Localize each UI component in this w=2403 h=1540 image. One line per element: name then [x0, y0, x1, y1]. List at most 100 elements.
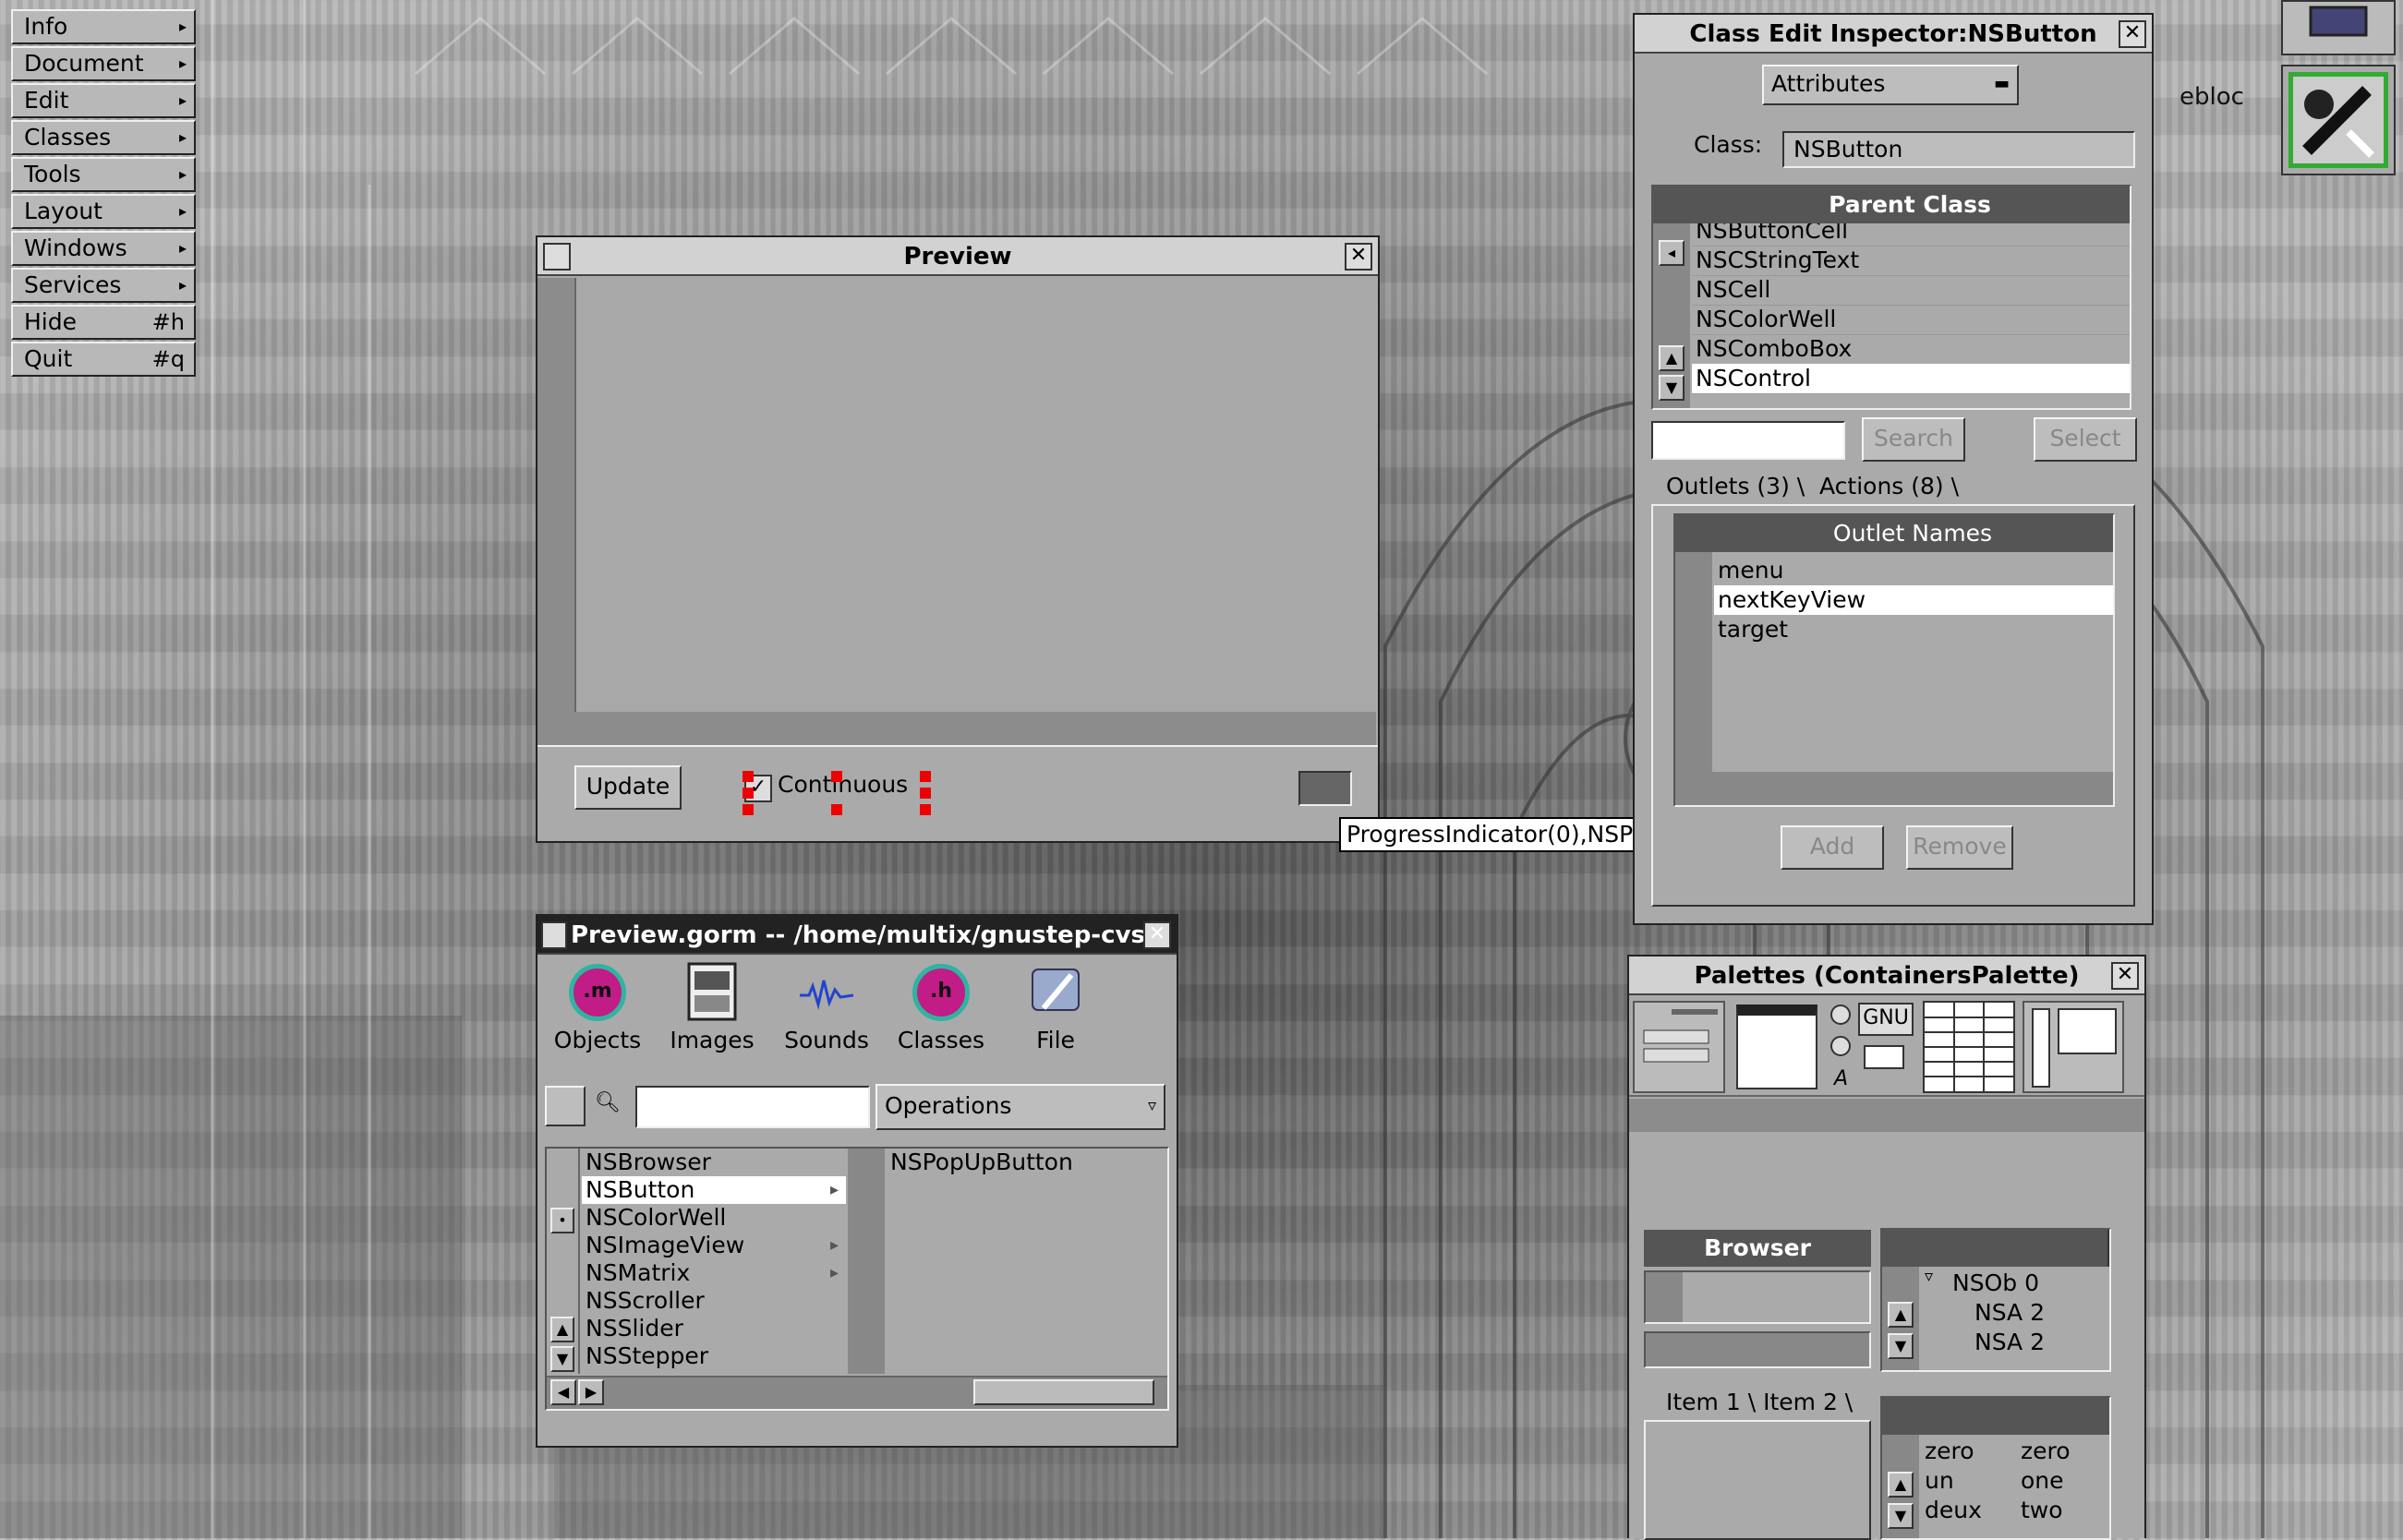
selection-handle[interactable]	[743, 771, 754, 782]
dock-icon-gorm[interactable]	[2281, 65, 2396, 175]
outlet-scrollbar[interactable]	[1675, 552, 1712, 805]
menu-item-tools[interactable]: Tools ▸	[11, 157, 196, 192]
parent-class-row[interactable]: NSCStringText	[1692, 246, 2130, 276]
objects-icon[interactable]: .m	[569, 964, 626, 1021]
class-row[interactable]: NSMatrix ▸	[582, 1259, 846, 1287]
tab-item-1[interactable]: Item 1	[1666, 1389, 1741, 1415]
class-row[interactable]: NSScroller	[582, 1287, 846, 1315]
palette-data-icon[interactable]	[1923, 1001, 2015, 1093]
scroll-down-arrow[interactable]: ▼	[1888, 1503, 1914, 1529]
parent-class-row[interactable]: NSColorWell	[1692, 305, 2130, 335]
outlet-row[interactable]: nextKeyView	[1714, 585, 2113, 615]
close-button[interactable]: ✕	[2119, 20, 2146, 48]
table-cell[interactable]: one	[2021, 1466, 2064, 1496]
palette-containers-icon[interactable]	[2023, 1001, 2124, 1093]
class-row[interactable]: NSImageView ▸	[582, 1232, 846, 1259]
palette-controls-icon[interactable]: GNU A	[1827, 1001, 1919, 1093]
images-icon[interactable]	[682, 962, 743, 1023]
menu-item-classes[interactable]: Classes ▸	[11, 120, 196, 155]
scroll-knob[interactable]: ◂	[1659, 240, 1685, 266]
update-button[interactable]: Update	[574, 765, 682, 810]
table-cell[interactable]: zero	[1925, 1437, 1974, 1466]
menu-item-document[interactable]: Document ▸	[11, 46, 196, 81]
palette-menus-icon[interactable]	[1633, 1001, 1725, 1093]
scroll-down-arrow[interactable]: ▼	[1888, 1333, 1914, 1359]
selection-handle[interactable]	[743, 788, 754, 799]
outlet-hscroll[interactable]	[1712, 772, 2113, 805]
parent-class-row[interactable]: NSControl	[1692, 364, 2130, 394]
menu-item-hide[interactable]: Hide #h	[11, 305, 196, 340]
selection-handle[interactable]	[743, 804, 754, 815]
scroll-up-arrow[interactable]: ▲	[1659, 345, 1685, 371]
browser-sample-scroller[interactable]	[1646, 1272, 1683, 1322]
toolbar-label-file[interactable]: File	[1005, 1027, 1106, 1053]
table-cell[interactable]: deux	[1925, 1496, 1982, 1525]
miniaturize-button[interactable]	[541, 921, 567, 949]
scroll-knob[interactable]: •	[550, 1208, 574, 1233]
table-cell[interactable]: two	[2021, 1496, 2063, 1525]
outline-row[interactable]: NSOb 0	[1952, 1269, 2039, 1298]
selection-handle[interactable]	[831, 771, 842, 782]
class-row[interactable]: NSButton ▸	[582, 1176, 846, 1204]
view-mode-icon[interactable]	[545, 1086, 586, 1126]
toolbar-label-images[interactable]: Images	[661, 1027, 763, 1053]
miniaturize-button[interactable]	[543, 243, 571, 271]
menu-item-windows[interactable]: Windows ▸	[11, 231, 196, 266]
attributes-popup[interactable]: Attributes ▬	[1762, 65, 2019, 105]
classes-icon[interactable]: .h	[912, 964, 970, 1021]
parent-class-row[interactable]: NSCell	[1692, 275, 2130, 306]
parent-class-row[interactable]: NSComboBox	[1692, 334, 2130, 365]
browser-sample-hscroll[interactable]	[1644, 1331, 1871, 1368]
selection-handle[interactable]	[920, 771, 931, 782]
toolbar-label-classes[interactable]: Classes	[890, 1027, 992, 1053]
selection-handle[interactable]	[831, 804, 842, 815]
class-row[interactable]: NSStepper	[582, 1342, 846, 1370]
scroll-down-arrow[interactable]: ▼	[1659, 375, 1685, 401]
file-icon[interactable]	[1025, 962, 1086, 1023]
tab-item-2[interactable]: Item 2	[1763, 1389, 1838, 1415]
remove-button[interactable]: Remove	[1906, 825, 2013, 870]
palette-windows-icon[interactable]	[1731, 1001, 1823, 1093]
class-row[interactable]: NSBrowser	[582, 1149, 846, 1176]
class-name-field[interactable]: NSButton	[1782, 131, 2135, 168]
operations-popup[interactable]: Operations ▿	[875, 1084, 1165, 1130]
disclosure-triangle-icon[interactable]: ▿	[1925, 1267, 1933, 1286]
outlet-row[interactable]: target	[1714, 615, 2113, 644]
class-row[interactable]: NSSlider	[582, 1315, 846, 1342]
scroll-down-arrow[interactable]: ▼	[550, 1346, 574, 1372]
subclass-row[interactable]: NSPopUpButton	[890, 1149, 1073, 1176]
scroll-right-arrow[interactable]: ▶	[578, 1379, 604, 1405]
dock-icon-monitor[interactable]	[2281, 0, 2396, 55]
close-button[interactable]: ✕	[2111, 962, 2139, 990]
close-button[interactable]: ✕	[1345, 243, 1372, 271]
scroll-left-arrow[interactable]: ◀	[550, 1379, 576, 1405]
scroll-up-arrow[interactable]: ▲	[1888, 1472, 1914, 1498]
inspector-titlebar[interactable]: Class Edit Inspector:NSButton ✕	[1635, 15, 2152, 54]
close-button[interactable]: ✕	[1143, 921, 1171, 949]
add-button[interactable]: Add	[1781, 825, 1884, 870]
selection-handle[interactable]	[920, 788, 931, 799]
table-cell[interactable]: un	[1925, 1466, 1954, 1496]
toolbar-label-objects[interactable]: Objects	[547, 1027, 648, 1053]
parent-class-row[interactable]: NSButtonCell	[1692, 223, 2130, 247]
gorm-titlebar[interactable]: Preview.gorm -- /home/multix/gnustep-cvs…	[537, 916, 1177, 955]
outline-row[interactable]: NSA 2	[1974, 1298, 2045, 1328]
table-cell[interactable]: zero	[2021, 1437, 2071, 1466]
tab-actions[interactable]: Actions (8) \	[1819, 473, 1959, 499]
sounds-icon[interactable]	[796, 962, 857, 1023]
menu-item-info[interactable]: Info ▸	[11, 9, 196, 44]
color-well[interactable]	[1298, 771, 1352, 806]
select-button[interactable]: Select	[2034, 417, 2137, 462]
class-row[interactable]: NSColorWell	[582, 1204, 846, 1232]
scroll-up-arrow[interactable]: ▲	[550, 1317, 574, 1342]
hscroll-knob[interactable]	[973, 1379, 1154, 1405]
scroll-up-arrow[interactable]: ▲	[1888, 1302, 1914, 1328]
outline-row[interactable]: NSA 2	[1974, 1328, 2045, 1357]
outlet-row[interactable]: menu	[1714, 556, 2113, 585]
search-field[interactable]	[1651, 421, 1845, 460]
tab-outlets[interactable]: Outlets (3) \	[1666, 473, 1805, 499]
palettes-titlebar[interactable]: Palettes (ContainersPalette) ✕	[1629, 956, 2144, 995]
class-row[interactable]: NSTableView ▸	[582, 1370, 846, 1374]
search-button[interactable]: Search	[1862, 417, 1965, 462]
preview-titlebar[interactable]: Preview ✕	[537, 237, 1378, 276]
